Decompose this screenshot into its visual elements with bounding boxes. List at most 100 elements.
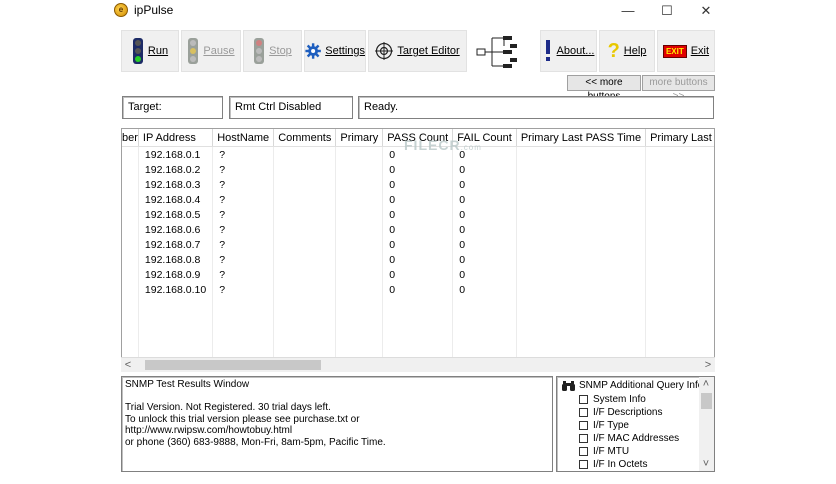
table-cell <box>122 312 139 327</box>
state-status: Ready. <box>358 96 714 119</box>
table-cell: 0 <box>382 177 454 192</box>
table-cell: ? <box>212 162 275 177</box>
table-cell <box>382 327 454 342</box>
info-icon <box>545 40 550 61</box>
maximize-button[interactable]: ☐ <box>649 0 685 22</box>
table-row[interactable]: 192.168.0.6? 0 0 <box>122 222 714 237</box>
table-cell <box>122 192 139 207</box>
table-row[interactable]: 192.168.0.10? 0 0 <box>122 282 714 297</box>
table-cell <box>645 177 714 192</box>
scroll-down-arrow[interactable]: ˅ <box>699 457 713 471</box>
table-cell: 0 <box>382 192 454 207</box>
table-row[interactable]: 192.168.0.3? 0 0 <box>122 177 714 192</box>
query-option-if-type[interactable]: I/F Type <box>579 419 629 432</box>
table-horizontal-scrollbar[interactable]: < > <box>121 357 715 372</box>
snmp-query-title: SNMP Additional Query Info <box>579 380 704 391</box>
snmp-results-line: http://www.rwipsw.com/howtobuy.html <box>125 425 293 436</box>
table-cell <box>645 192 714 207</box>
table-cell <box>212 297 275 312</box>
table-row[interactable]: 192.168.0.2? 0 0 <box>122 162 714 177</box>
snmp-query-panel[interactable]: SNMP Additional Query Info System Info I… <box>556 376 715 472</box>
checkbox[interactable] <box>579 460 588 469</box>
table-cell: ? <box>212 222 275 237</box>
close-button[interactable]: ✕ <box>688 0 724 22</box>
table-row[interactable]: 192.168.0.7? 0 0 <box>122 237 714 252</box>
table-cell: 0 <box>452 162 517 177</box>
table-cell <box>645 312 714 327</box>
query-option-if-descriptions[interactable]: I/F Descriptions <box>579 406 662 419</box>
more-buttons-button[interactable]: more buttons >> <box>642 75 715 102</box>
table-cell <box>122 237 139 252</box>
table-cell <box>516 252 647 267</box>
less-buttons-button[interactable]: << more buttons <box>567 75 641 102</box>
snmp-results-line: To unlock this trial version please see … <box>125 413 360 425</box>
table-cell <box>645 146 714 162</box>
table-cell: ? <box>212 267 275 282</box>
exit-button[interactable]: EXIT Exit <box>657 30 715 72</box>
table-row-empty <box>122 297 714 312</box>
table-cell <box>645 342 714 357</box>
checkbox[interactable] <box>579 434 588 443</box>
table-cell: ? <box>212 192 275 207</box>
minimize-button[interactable]: — <box>610 0 646 22</box>
table-cell: ? <box>212 207 275 222</box>
table-cell: 192.168.0.1 <box>138 146 214 162</box>
query-option-if-mac[interactable]: I/F MAC Addresses <box>579 432 679 445</box>
query-vertical-scrollbar[interactable]: ˄ ˅ <box>699 377 714 471</box>
table-row[interactable]: 192.168.0.8? 0 0 <box>122 252 714 267</box>
checkbox[interactable] <box>579 421 588 430</box>
table-cell <box>273 312 337 327</box>
table-row[interactable]: 192.168.0.9? 0 0 <box>122 267 714 282</box>
network-tree-icon[interactable] <box>474 34 518 70</box>
table-cell <box>122 162 139 177</box>
about-button[interactable]: About... <box>540 30 597 72</box>
column-header[interactable]: Comments <box>273 129 337 147</box>
query-option-if-mtu[interactable]: I/F MTU <box>579 445 629 458</box>
help-button[interactable]: ? Help <box>599 30 655 72</box>
scroll-right-arrow[interactable]: > <box>701 358 715 372</box>
column-header[interactable]: HostName <box>212 129 275 147</box>
snmp-results-window[interactable]: SNMP Test Results Window Trial Version. … <box>121 376 553 472</box>
settings-button[interactable]: Settings <box>304 30 366 72</box>
target-editor-label: Target Editor <box>397 45 460 57</box>
scrollbar-thumb[interactable] <box>701 393 712 409</box>
table-cell: ? <box>212 237 275 252</box>
pause-button[interactable]: Pause <box>181 30 241 72</box>
traffic-light-green-icon <box>132 38 143 64</box>
column-header[interactable]: IP Address <box>138 129 214 147</box>
scroll-up-arrow[interactable]: ˄ <box>699 377 713 391</box>
column-header[interactable]: Primary <box>335 129 384 147</box>
stop-button[interactable]: Stop <box>243 30 302 72</box>
watermark-logo: FILECR.com <box>404 137 482 153</box>
table-cell: 0 <box>382 252 454 267</box>
scrollbar-thumb[interactable] <box>145 360 321 370</box>
table-cell: 0 <box>452 282 517 297</box>
run-button[interactable]: Run <box>121 30 179 72</box>
checkbox[interactable] <box>579 395 588 404</box>
checkbox[interactable] <box>579 447 588 456</box>
table-cell: 0 <box>452 222 517 237</box>
table-cell <box>645 327 714 342</box>
table-cell <box>452 312 517 327</box>
query-option-if-in-octets[interactable]: I/F In Octets <box>579 458 647 471</box>
targets-grid: ber IP Address HostName Comments Primary… <box>122 129 714 357</box>
table-cell <box>335 192 384 207</box>
exit-sign-icon: EXIT <box>662 44 687 58</box>
query-option-system-info[interactable]: System Info <box>579 393 646 406</box>
query-option-label: I/F Descriptions <box>593 407 663 418</box>
table-cell: 0 <box>382 237 454 252</box>
target-editor-button[interactable]: Target Editor <box>368 30 467 72</box>
targets-table[interactable]: ber IP Address HostName Comments Primary… <box>121 128 715 372</box>
scroll-left-arrow[interactable]: < <box>121 358 135 372</box>
table-cell <box>138 312 214 327</box>
checkbox[interactable] <box>579 408 588 417</box>
table-row[interactable]: 192.168.0.4? 0 0 <box>122 192 714 207</box>
column-header[interactable]: Primary Last PASS Time <box>516 129 647 147</box>
column-header[interactable]: Primary Last FAIL Time <box>645 129 714 147</box>
table-cell <box>516 342 647 357</box>
table-row[interactable]: 192.168.0.5? 0 0 <box>122 207 714 222</box>
table-cell <box>335 177 384 192</box>
traffic-light-red-icon <box>254 38 265 64</box>
column-header[interactable]: ber <box>122 129 139 147</box>
table-cell <box>212 312 275 327</box>
